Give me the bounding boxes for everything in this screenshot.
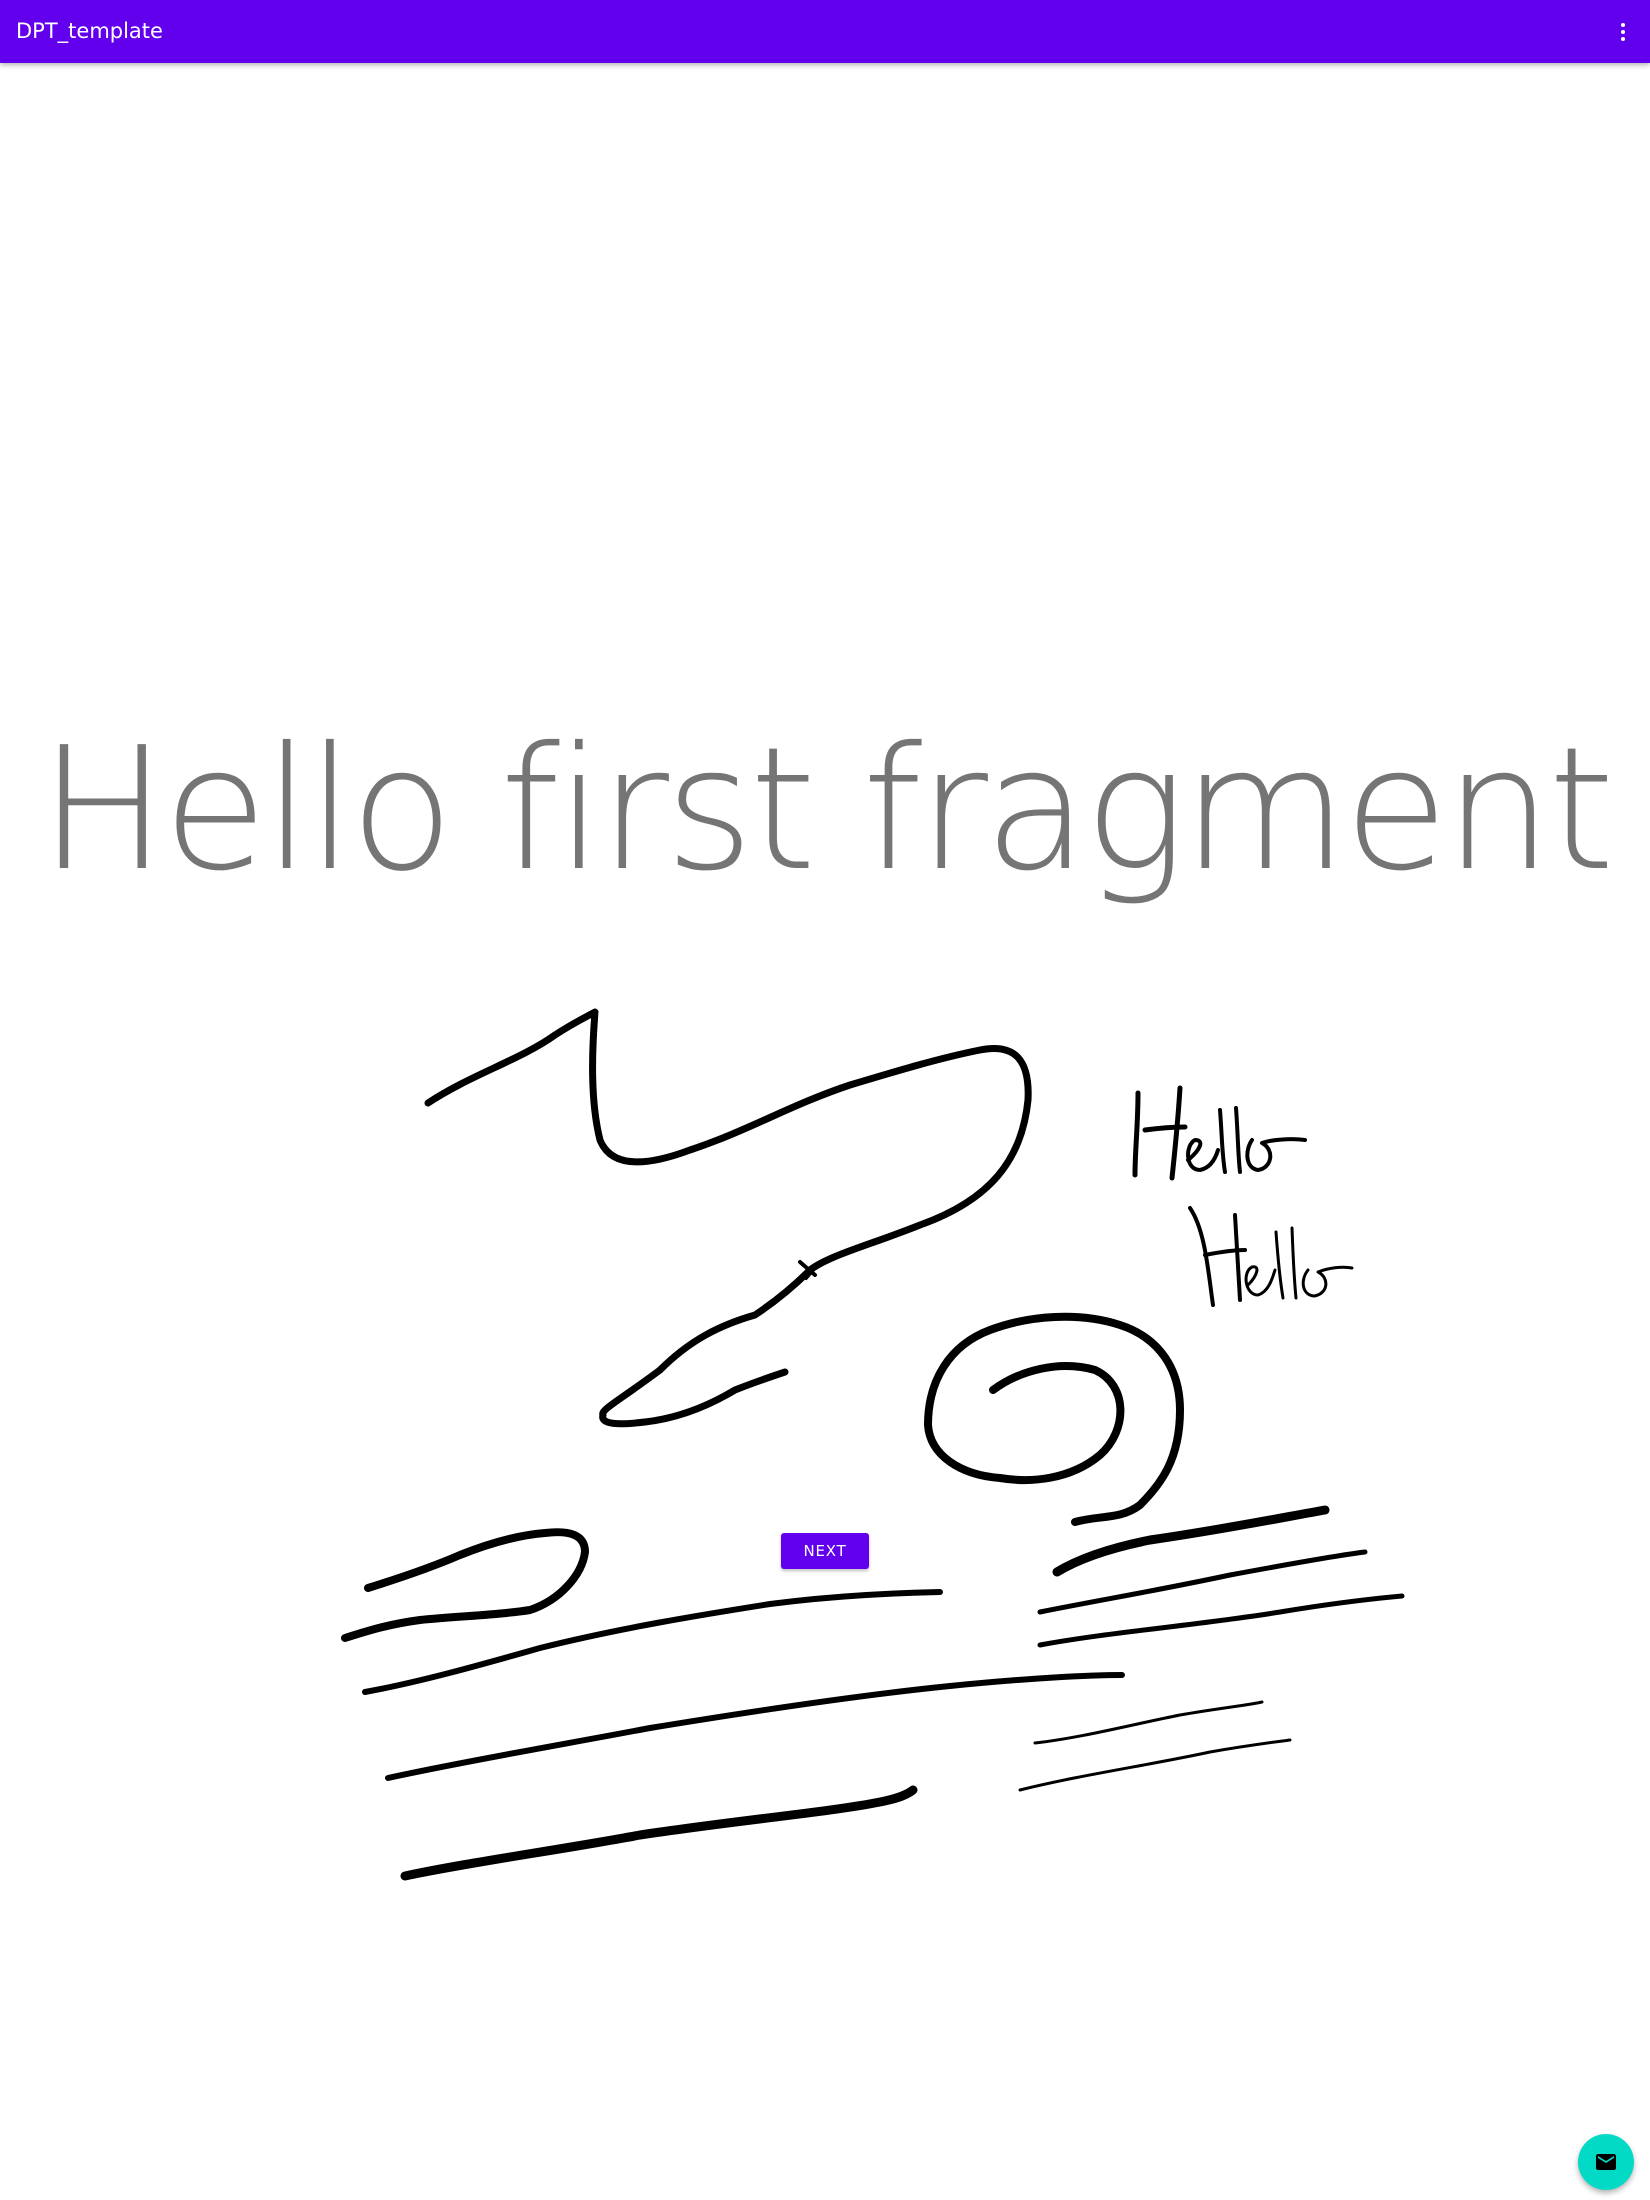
app-title: DPT_template	[16, 19, 163, 43]
ink-stroke	[1233, 1213, 1242, 1302]
ink-stroke	[1132, 1090, 1141, 1178]
email-fab[interactable]	[1578, 2134, 1634, 2190]
ink-stroke	[424, 1008, 1032, 1428]
ink-stroke	[1301, 1265, 1354, 1298]
email-icon	[1596, 2154, 1616, 2170]
ink-stroke	[1234, 1106, 1242, 1174]
ink-stroke	[400, 1785, 918, 1881]
next-button[interactable]: NEXT	[781, 1533, 869, 1569]
ink-stroke	[341, 1528, 589, 1642]
ink-stroke	[1274, 1230, 1285, 1300]
ink-stroke	[1245, 1137, 1307, 1172]
ink-stroke	[385, 1672, 1125, 1781]
more-vert-icon[interactable]	[1596, 0, 1650, 63]
ink-stroke	[1244, 1265, 1277, 1297]
ink-stroke	[1033, 1700, 1264, 1745]
ink-stroke	[924, 1312, 1184, 1526]
handwritten-hello	[1188, 1206, 1354, 1307]
ink-stroke	[362, 1589, 943, 1695]
ink-stroke	[1018, 1738, 1292, 1792]
app-bar: DPT_template	[0, 0, 1650, 63]
ink-stroke	[1290, 1226, 1298, 1300]
ink-stroke	[1218, 1108, 1227, 1174]
ink-stroke	[1169, 1085, 1183, 1181]
drawing-canvas[interactable]	[0, 0, 1650, 2200]
ink-stroke	[1186, 1138, 1220, 1172]
ink-stroke	[1188, 1206, 1215, 1307]
handwritten-hello	[1132, 1085, 1307, 1181]
